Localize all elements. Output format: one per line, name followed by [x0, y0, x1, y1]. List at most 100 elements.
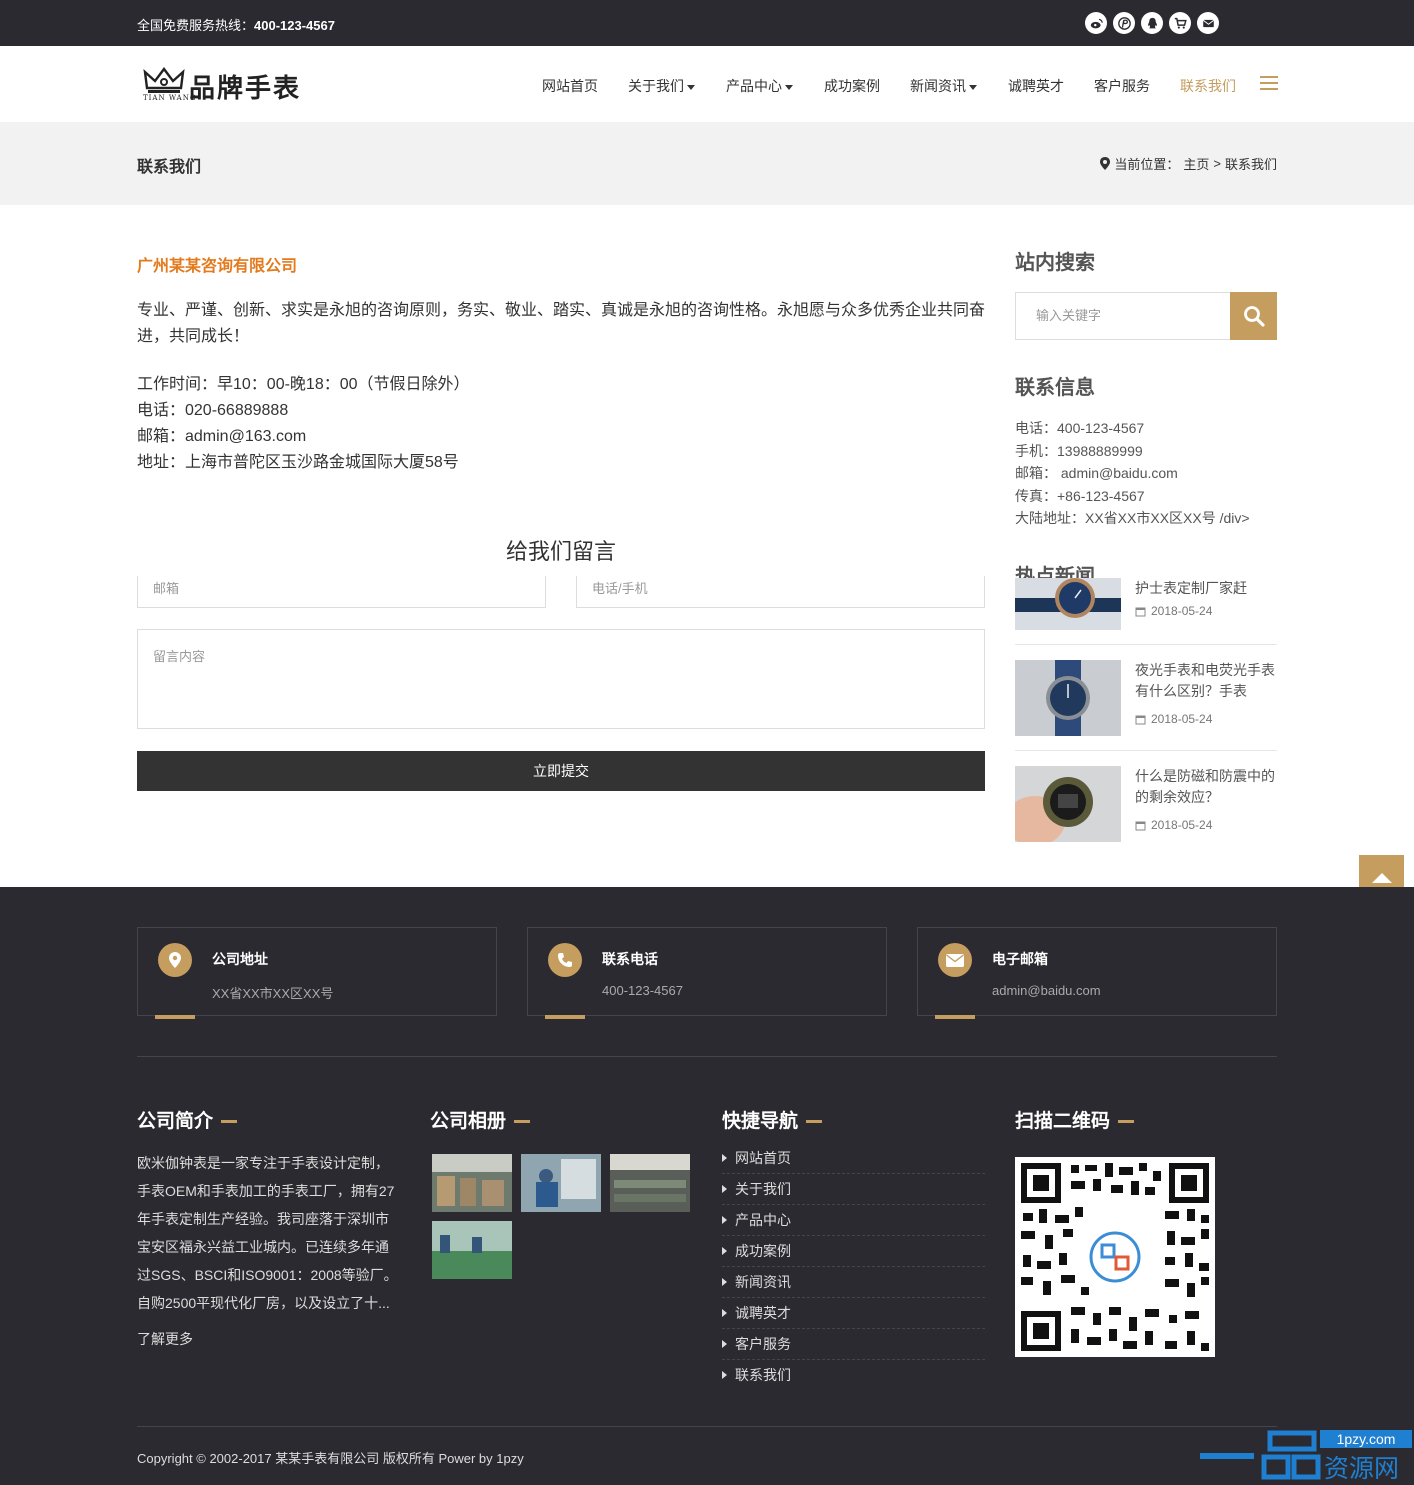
breadcrumb-home[interactable]: 主页	[1183, 154, 1209, 173]
quick-link[interactable]: 新闻资讯	[722, 1267, 985, 1298]
accent-bar	[155, 1015, 195, 1019]
info-tel: 电话：400-123-4567	[1015, 420, 1145, 436]
card-title: 公司地址	[212, 951, 268, 967]
quick-link[interactable]: 客户服务	[722, 1329, 985, 1360]
calendar-icon	[1135, 715, 1146, 724]
nav-about[interactable]: 关于我们	[628, 76, 695, 96]
accent-bar	[545, 1015, 585, 1019]
news-thumbnail[interactable]	[1015, 660, 1121, 736]
qq-icon[interactable]	[1141, 12, 1163, 34]
contact-details: 工作时间：早10：00-晚18：00（节假日除外） 电话：020-6688988…	[137, 372, 470, 476]
news-item[interactable]: 什么是防磁和防震中的的剩余效应？ 2018-05-24	[1015, 766, 1277, 862]
nav-service[interactable]: 客户服务	[1094, 76, 1150, 96]
album-photo[interactable]	[521, 1154, 601, 1212]
breadcrumb-current[interactable]: 联系我们	[1225, 154, 1277, 173]
news-thumbnail[interactable]	[1015, 766, 1121, 842]
chevron-down-icon	[687, 84, 695, 90]
watermark-logo: 1pzy.com 资源网	[1200, 1427, 1414, 1485]
submit-button[interactable]: 立即提交	[137, 751, 985, 791]
watermark-url: 1pzy.com	[1337, 1431, 1396, 1447]
search-input[interactable]: 输入关键字	[1015, 292, 1231, 340]
nav-cases[interactable]: 成功案例	[824, 76, 880, 96]
news-date: 2018-05-24	[1135, 604, 1212, 618]
quick-nav-heading: 快捷导航	[722, 1106, 823, 1133]
site-header: 品牌手表 TIAN WANG 网站首页 关于我们 产品中心 成功案例 新闻资讯 …	[0, 46, 1414, 122]
message-textarea[interactable]: 留言内容	[137, 629, 985, 729]
page-title-band: 联系我们 当前位置： 主页 > 联系我们	[0, 122, 1414, 205]
quick-link[interactable]: 诚聘英才	[722, 1298, 985, 1329]
quick-link[interactable]: 产品中心	[722, 1205, 985, 1236]
social-links	[1085, 12, 1219, 34]
pinterest-icon[interactable]	[1113, 12, 1135, 34]
search-button[interactable]	[1230, 292, 1277, 340]
divider	[137, 1426, 1277, 1427]
divider	[1015, 644, 1277, 645]
news-title[interactable]: 什么是防磁和防震中的的剩余效应？	[1135, 766, 1281, 808]
contact-email: 邮箱：admin@163.com	[137, 428, 307, 445]
album-photo[interactable]	[432, 1154, 512, 1212]
crown-icon	[143, 67, 185, 93]
info-mobile: 手机：13988889999	[1015, 442, 1143, 459]
company-name: 广州某某咨询有限公司	[137, 258, 298, 275]
card-value: XX省XX市XX区XX号	[212, 986, 334, 1001]
info-address: 大陆地址：XX省XX市XX区XX号 /div>	[1015, 510, 1250, 526]
menu-icon[interactable]	[1260, 76, 1278, 92]
email-field[interactable]: 邮箱	[137, 576, 546, 608]
about-heading: 公司简介	[137, 1106, 238, 1133]
news-title[interactable]: 夜光手表和电荧光手表有什么区别？手表	[1135, 660, 1281, 702]
envelope-icon	[938, 943, 972, 977]
map-pin-icon	[158, 943, 192, 977]
read-more-link[interactable]: 了解更多	[137, 1329, 193, 1349]
form-title: 给我们留言	[505, 539, 616, 564]
card-title: 电子邮箱	[992, 951, 1048, 967]
phone-icon	[548, 943, 582, 977]
accent-bar	[935, 1015, 975, 1019]
quick-link[interactable]: 成功案例	[722, 1236, 985, 1267]
nav-news[interactable]: 新闻资讯	[910, 76, 977, 96]
quick-link[interactable]: 关于我们	[722, 1174, 985, 1205]
breadcrumb-sep: >	[1213, 156, 1221, 171]
hotline: 全国免费服务热线：400-123-4567	[137, 15, 335, 34]
news-date: 2018-05-24	[1135, 712, 1212, 726]
nav-jobs[interactable]: 诚聘英才	[1008, 76, 1064, 96]
info-fax: 传真：+86-123-4567	[1015, 487, 1145, 504]
chevron-down-icon	[785, 84, 793, 90]
cart-icon[interactable]	[1169, 12, 1191, 34]
nav-products[interactable]: 产品中心	[726, 76, 793, 96]
chevron-down-icon	[969, 84, 977, 90]
news-item[interactable]: 夜光手表和电荧光手表有什么区别？手表 2018-05-24	[1015, 660, 1277, 756]
arrow-up-icon	[1371, 872, 1392, 883]
page-title: 联系我们	[137, 159, 202, 176]
calendar-icon	[1135, 607, 1146, 616]
breadcrumb: 当前位置： 主页 > 联系我们	[1100, 154, 1277, 173]
phone-field[interactable]: 电话/手机	[576, 576, 985, 608]
calendar-icon	[1135, 821, 1146, 830]
nav-contact[interactable]: 联系我们	[1180, 76, 1236, 96]
hotline-label: 全国免费服务热线：	[137, 18, 255, 33]
news-thumbnail[interactable]	[1015, 578, 1121, 654]
email-card: 电子邮箱 admin@baidu.com	[917, 927, 1277, 1019]
contact-info-title: 联系信息	[1015, 377, 1095, 399]
contact-info: 电话：400-123-4567 手机：13988889999 邮箱： admin…	[1015, 417, 1250, 530]
quick-nav-list: 网站首页 关于我们 产品中心 成功案例 新闻资讯 诚聘英才 客户服务 联系我们	[722, 1143, 985, 1391]
nav-home[interactable]: 网站首页	[542, 76, 598, 96]
site-footer: 公司地址 XX省XX市XX区XX号 联系电话 400-123-4567 电子邮箱…	[0, 887, 1414, 1485]
qr-heading: 扫描二维码	[1015, 1106, 1135, 1133]
work-hours: 工作时间：早10：00-晚18：00（节假日除外）	[137, 376, 470, 393]
quick-link[interactable]: 网站首页	[722, 1143, 985, 1174]
search-title: 站内搜索	[1015, 252, 1095, 274]
company-intro: 专业、严谨、创新、求实是永旭的咨询原则，务实、敬业、踏实、真诚是永旭的咨询性格。…	[137, 302, 986, 345]
mail-icon[interactable]	[1197, 12, 1219, 34]
logo[interactable]: 品牌手表 TIAN WANG	[143, 66, 308, 104]
album-photo[interactable]	[432, 1221, 512, 1279]
weibo-icon[interactable]	[1085, 12, 1107, 34]
quick-link[interactable]: 联系我们	[722, 1360, 985, 1391]
news-title[interactable]: 护士表定制厂家赶	[1135, 578, 1281, 599]
album-photo[interactable]	[610, 1154, 690, 1212]
divider	[137, 1056, 1277, 1057]
card-value: admin@baidu.com	[992, 983, 1101, 998]
hotline-number: 400-123-4567	[254, 18, 335, 33]
info-email: 邮箱： admin@baidu.com	[1015, 465, 1178, 481]
address-card: 公司地址 XX省XX市XX区XX号	[137, 927, 497, 1019]
watermark-text: 资源网	[1324, 1454, 1399, 1483]
